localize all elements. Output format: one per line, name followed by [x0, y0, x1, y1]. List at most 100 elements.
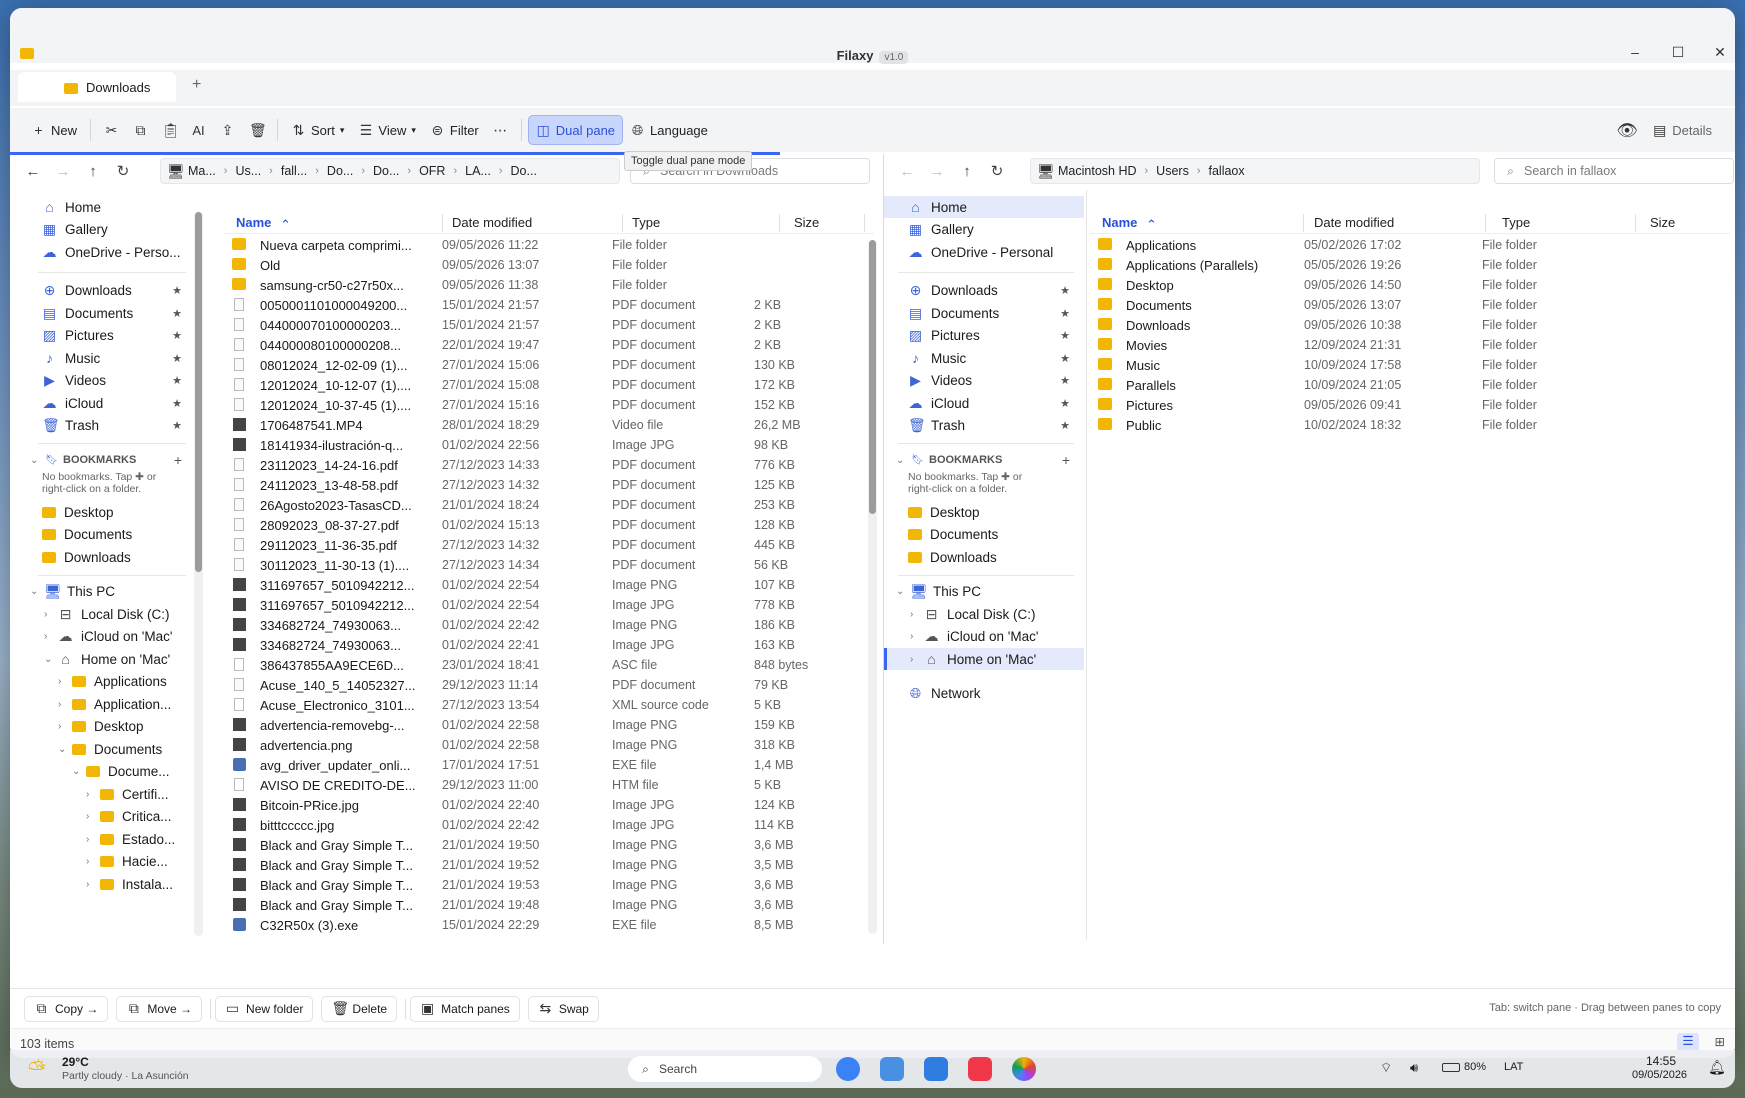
- table-row[interactable]: Black and Gray Simple T... 21/01/2024 19:…: [224, 876, 874, 894]
- table-row[interactable]: 005000110100004920​0... 15/01/2024 21:57 P…: [224, 296, 874, 314]
- sidebar-item-onedrive[interactable]: ☁ OneDrive - Personal: [884, 241, 1084, 263]
- file-name[interactable]: samsung-cr50-c27r50x...: [260, 278, 446, 293]
- bookmark-item[interactable]: Desktop: [884, 501, 1084, 523]
- sidebar-item-videos[interactable]: ▶ Videos ★: [24, 370, 196, 392]
- sidebar-item-downloads[interactable]: ⊕ Downloads ★: [884, 280, 1084, 302]
- column-header-size[interactable]: Size: [1650, 215, 1675, 230]
- sidebar-item-onedrive[interactable]: ☁ OneDrive - Perso...: [24, 241, 196, 263]
- file-name[interactable]: Applications (Parallels): [1126, 258, 1308, 273]
- column-header-name[interactable]: Name: [1102, 215, 1137, 230]
- minimize-icon[interactable]: –: [1625, 44, 1645, 60]
- pin-star-icon[interactable]: ★: [1060, 397, 1070, 410]
- finder-icon[interactable]: [924, 1057, 948, 1081]
- chevron-right-icon[interactable]: ›: [44, 631, 58, 642]
- sidebar-item-videos[interactable]: ▶ Videos ★: [884, 370, 1084, 392]
- file-name[interactable]: bitttccccc.jpg: [260, 818, 446, 833]
- tree-item[interactable]: › Desktop: [24, 716, 196, 738]
- refresh-icon[interactable]: ↻: [982, 162, 1012, 180]
- sidebar-item-trash[interactable]: 🗑︎ Trash ★: [24, 415, 196, 437]
- add-bookmark-icon[interactable]: +: [174, 452, 182, 468]
- file-name[interactable]: AVISO DE CREDITO-DE...: [260, 778, 446, 793]
- breadcrumb-item[interactable]: LA...: [465, 164, 491, 178]
- file-name[interactable]: Nueva carpeta comprimi...: [260, 238, 446, 253]
- file-name[interactable]: 334682724_74930063...: [260, 638, 446, 653]
- file-name[interactable]: Black and Gray Simple T...: [260, 858, 446, 873]
- file-name[interactable]: 044000070100000203...: [260, 318, 446, 333]
- file-name[interactable]: Old: [260, 258, 446, 273]
- file-name[interactable]: 1706487541.MP4: [260, 418, 446, 433]
- table-row[interactable]: Pictures 09/05/2026 09:41 File folder: [1090, 396, 1730, 414]
- file-name[interactable]: C32R50x (3).exe: [260, 918, 446, 933]
- bookmarks-header[interactable]: ⌄ 🔖︎ BOOKMARKS +: [24, 449, 196, 471]
- column-header-date[interactable]: Date modified: [452, 215, 532, 230]
- file-name[interactable]: 18141934-ilustración-q...: [260, 438, 446, 453]
- bookmark-item[interactable]: Documents: [24, 524, 196, 546]
- sidebar-item-pictures[interactable]: ▨ Pictures ★: [24, 325, 196, 347]
- view-button[interactable]: ☰ View ▾: [351, 115, 422, 145]
- file-name[interactable]: 30112023_11-30-13 (1)....: [260, 558, 446, 573]
- sidebar-item-pictures[interactable]: ▨ Pictures ★: [884, 325, 1084, 347]
- chevron-right-icon[interactable]: ›: [86, 789, 100, 800]
- sidebar-item-home[interactable]: ⌂ Home: [884, 196, 1084, 218]
- battery-icon[interactable]: [1442, 1063, 1460, 1072]
- details-button[interactable]: ▤ Details: [1645, 115, 1719, 145]
- file-name[interactable]: Parallels: [1126, 378, 1308, 393]
- table-row[interactable]: advertencia.png 01/02/2024 22:58 Image PNG…: [224, 736, 874, 754]
- file-name[interactable]: 386437855AA9ECE6D...: [260, 658, 446, 673]
- table-row[interactable]: 28092023_08-37-27.pdf 01/02/2024 15:13 PDF…: [224, 516, 874, 534]
- chevron-right-icon[interactable]: ›: [86, 856, 100, 867]
- more-icon[interactable]: ⋯: [486, 115, 515, 145]
- up-icon[interactable]: ↑: [952, 163, 982, 180]
- tree-item[interactable]: › ⌂ Home on 'Mac': [884, 648, 1084, 670]
- file-name[interactable]: 23112023_14-24-16.pdf: [260, 458, 446, 473]
- sidebar-item-documents[interactable]: ▤ Documents ★: [884, 302, 1084, 324]
- bookmark-item[interactable]: Downloads: [884, 546, 1084, 568]
- table-row[interactable]: Downloads 09/05/2026 10:38 File folder: [1090, 316, 1730, 334]
- bookmark-item[interactable]: Documents: [884, 524, 1084, 546]
- table-row[interactable]: Movies 12/09/2024 21:31 File folder: [1090, 336, 1730, 354]
- new-folder-button[interactable]: ▭ New folder: [215, 995, 314, 1022]
- file-name[interactable]: 12012024_10-12-07 (1)....: [260, 378, 446, 393]
- table-row[interactable]: 334682724_74930063... 01/02/2024 22:41 Ima…: [224, 636, 874, 654]
- column-separator[interactable]: [864, 214, 865, 232]
- chevron-right-icon[interactable]: ›: [86, 834, 100, 845]
- table-row[interactable]: samsung-cr50-c27r50x... 09/05/2026 11:38 F…: [224, 276, 874, 294]
- tab-downloads[interactable]: Downloads: [18, 72, 176, 102]
- new-tab-icon[interactable]: +: [192, 76, 201, 94]
- table-row[interactable]: Black and Gray Simple T... 21/01/2024 19:…: [224, 856, 874, 874]
- taskbar-search[interactable]: ⌕ Search: [628, 1056, 822, 1082]
- keyboard-layout[interactable]: LAT: [1504, 1061, 1523, 1073]
- table-row[interactable]: 311697657_5010942212... 01/02/2024 22:54 I…: [224, 596, 874, 614]
- file-name[interactable]: 311697657_5010942212...: [260, 598, 446, 613]
- back-icon[interactable]: ←: [892, 163, 922, 180]
- table-row[interactable]: Black and Gray Simple T... 21/01/2024 19:…: [224, 896, 874, 914]
- table-row[interactable]: Old 09/05/2026 13:07 File folder: [224, 256, 874, 274]
- column-header-type[interactable]: Type: [632, 215, 660, 230]
- file-name[interactable]: advertencia-removebg-...: [260, 718, 446, 733]
- table-row[interactable]: Desktop 09/05/2026 14:50 File folder: [1090, 276, 1730, 294]
- breadcrumb-item[interactable]: Do...: [373, 164, 399, 178]
- file-name[interactable]: 311697657_5010942212...: [260, 578, 446, 593]
- table-row[interactable]: Nueva carpeta comprimi... 09/05/2026 11:2…: [224, 236, 874, 254]
- wifi-icon[interactable]: ⌔: [1380, 1060, 1392, 1076]
- paste-icon[interactable]: 📋︎: [155, 115, 184, 145]
- tree-item[interactable]: ⌄ ⌂ Home on 'Mac': [24, 648, 196, 670]
- file-name[interactable]: 334682724_74930063...: [260, 618, 446, 633]
- grid-view-icon[interactable]: ⊞: [1715, 1034, 1725, 1049]
- move-to-pane-button[interactable]: ⧉ Move →: [116, 995, 203, 1022]
- table-row[interactable]: 26Agosto2023-TasasCD... 21/01/2024 18:24 P…: [224, 496, 874, 514]
- sidebar-item-network[interactable]: 🌐︎ Network: [884, 683, 1084, 705]
- sidebar-item-gallery[interactable]: ▦ Gallery: [24, 219, 196, 241]
- breadcrumb-item[interactable]: Ma...: [188, 164, 216, 178]
- tree-item[interactable]: › ⊟ Local Disk (C:): [24, 603, 196, 625]
- safari-icon[interactable]: [836, 1057, 860, 1081]
- column-header-size[interactable]: Size: [794, 215, 819, 230]
- file-name[interactable]: Black and Gray Simple T...: [260, 878, 446, 893]
- table-row[interactable]: 18141934-ilustración-q... 01/02/2024 22:5…: [224, 436, 874, 454]
- chevron-down-icon[interactable]: ⌄: [30, 455, 44, 466]
- clock-date[interactable]: 09/05/2026: [1632, 1069, 1687, 1081]
- breadcrumb-item[interactable]: OFR: [419, 164, 445, 178]
- column-separator[interactable]: [1303, 214, 1304, 232]
- pin-star-icon[interactable]: ★: [1060, 352, 1070, 365]
- table-row[interactable]: Parallels 10/09/2024 21:05 File folder: [1090, 376, 1730, 394]
